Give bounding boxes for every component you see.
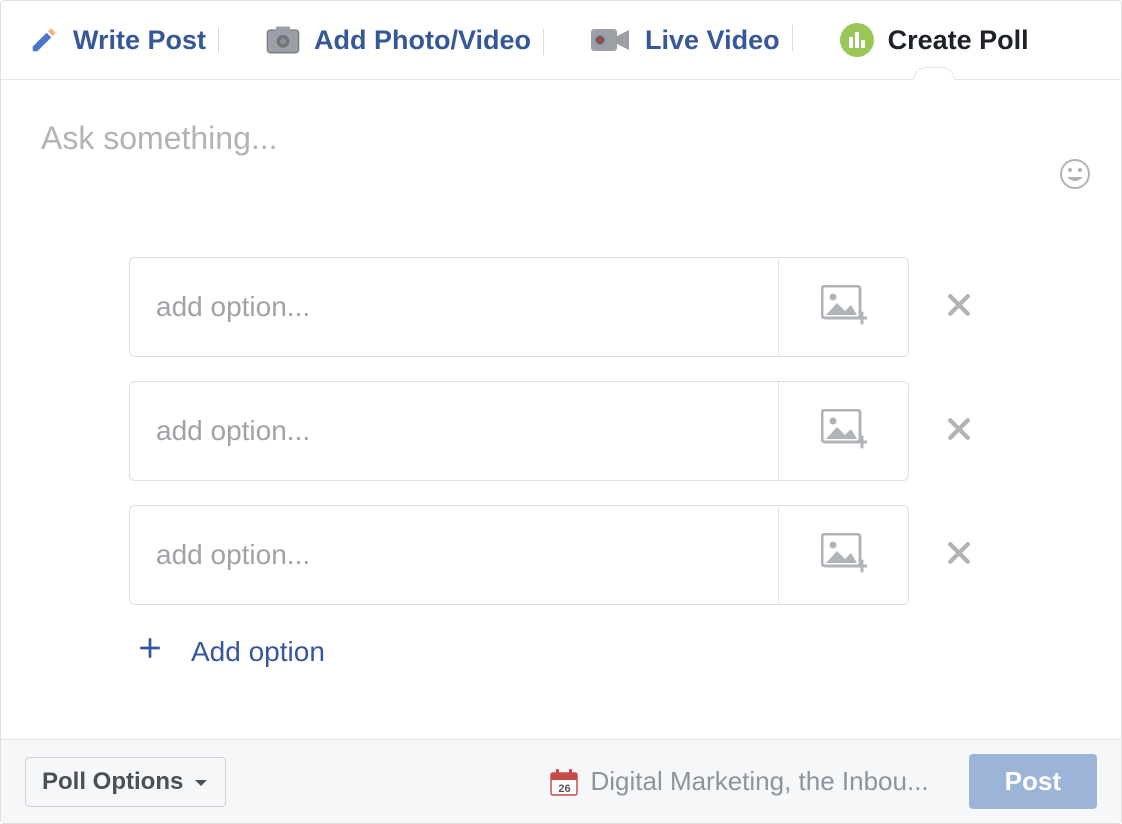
poll-option-row	[129, 381, 979, 481]
close-icon	[944, 538, 974, 573]
poll-option-input[interactable]	[130, 382, 778, 480]
tab-add-photo-video[interactable]: Add Photo/Video	[236, 25, 561, 77]
post-target-selector[interactable]: 26 Digital Marketing, the Inbou...	[550, 766, 928, 797]
poll-options-list: Add option	[129, 257, 979, 668]
tab-label: Create Poll	[888, 27, 1029, 54]
close-icon	[944, 414, 974, 449]
remove-option-button[interactable]	[939, 287, 979, 327]
tab-label: Add Photo/Video	[314, 27, 531, 54]
image-add-icon	[821, 533, 867, 578]
post-target-text: Digital Marketing, the Inbou...	[590, 766, 928, 797]
poll-option-row	[129, 257, 979, 357]
poll-option-box	[129, 505, 909, 605]
composer-body: Add option	[1, 80, 1121, 739]
chevron-down-icon	[193, 768, 209, 796]
remove-option-button[interactable]	[939, 411, 979, 451]
tab-create-poll[interactable]: Create Poll	[810, 23, 1059, 79]
add-option-image-button[interactable]	[778, 382, 908, 480]
add-option-label: Add option	[191, 636, 325, 668]
poll-options-dropdown[interactable]: Poll Options	[25, 757, 226, 807]
poll-option-input[interactable]	[130, 506, 778, 604]
calendar-icon: 26	[550, 768, 578, 796]
poll-option-input[interactable]	[130, 258, 778, 356]
pencil-icon	[29, 25, 59, 55]
tab-live-video[interactable]: Live Video	[561, 27, 810, 76]
tab-label: Live Video	[645, 27, 780, 54]
tab-write-post[interactable]: Write Post	[29, 25, 236, 77]
tab-label: Write Post	[73, 27, 206, 54]
calendar-day: 26	[550, 783, 578, 795]
plus-icon	[137, 635, 163, 668]
image-add-icon	[821, 409, 867, 454]
smiley-icon	[1059, 177, 1091, 194]
emoji-picker-button[interactable]	[1059, 158, 1091, 195]
poll-option-box	[129, 257, 909, 357]
add-option-image-button[interactable]	[778, 506, 908, 604]
poll-option-row	[129, 505, 979, 605]
poll-bars-icon	[840, 23, 874, 57]
image-add-icon	[821, 285, 867, 330]
close-icon	[944, 290, 974, 325]
video-camera-icon	[591, 27, 631, 53]
poll-question-input[interactable]	[41, 120, 1081, 167]
composer-tabs: Write Post Add Photo/Video Live Video Cr…	[1, 1, 1121, 80]
post-composer-card: Write Post Add Photo/Video Live Video Cr…	[0, 0, 1122, 824]
composer-footer: Poll Options 26 Digital Marketing, the I…	[1, 739, 1121, 823]
poll-options-label: Poll Options	[42, 768, 183, 796]
add-option-image-button[interactable]	[778, 258, 908, 356]
remove-option-button[interactable]	[939, 535, 979, 575]
add-option-button[interactable]: Add option	[137, 635, 979, 668]
camera-icon	[266, 25, 300, 55]
poll-option-box	[129, 381, 909, 481]
post-button[interactable]: Post	[969, 754, 1097, 809]
